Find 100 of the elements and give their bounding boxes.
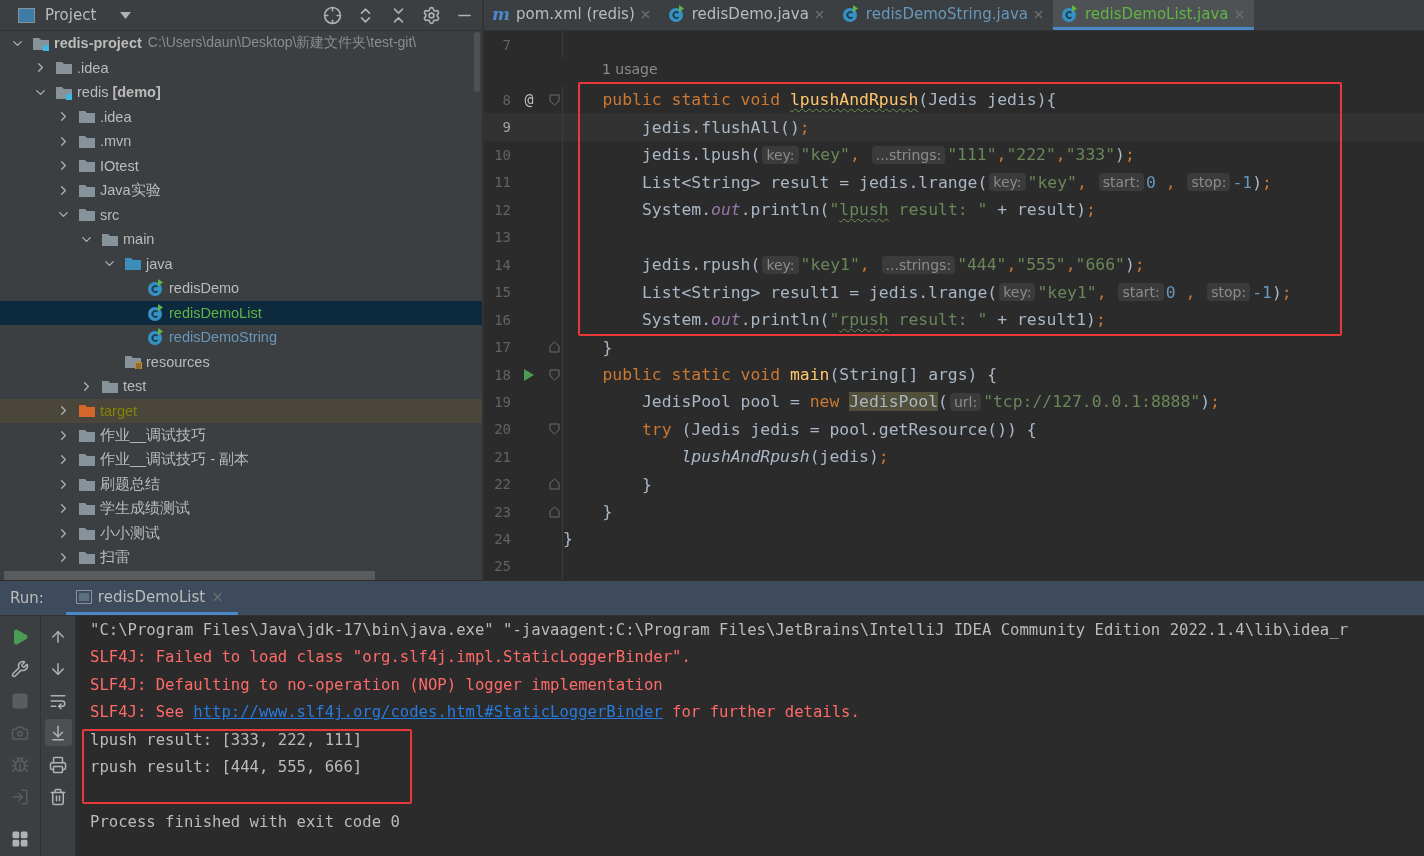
line-number: 15 xyxy=(493,284,511,301)
tree-item[interactable]: .mvn xyxy=(0,129,482,154)
code-token: + result1) xyxy=(996,310,1096,330)
code-token: "666" xyxy=(1075,255,1125,275)
code-token: "111" xyxy=(947,145,997,165)
tree-item[interactable]: resources xyxy=(0,349,482,374)
editor-tab[interactable]: redisDemo.java xyxy=(659,0,834,30)
console-text: lpush result: [333, 222, 111] xyxy=(90,730,363,749)
tree-label: java xyxy=(146,255,173,272)
scrollbar[interactable] xyxy=(4,571,375,580)
tree-item[interactable]: 刷题总结 xyxy=(0,472,482,497)
code-token: " xyxy=(829,200,840,220)
tree-item[interactable]: redisDemoString xyxy=(0,325,482,350)
code-token: System. xyxy=(640,310,712,330)
fold-icon[interactable] xyxy=(549,423,560,436)
line-number: 9 xyxy=(501,119,511,136)
code-token: , xyxy=(849,145,861,165)
folder-icon xyxy=(78,550,96,566)
console-link[interactable]: http://www.slf4j.org/codes.html#StaticLoggerBinder xyxy=(193,703,663,722)
tree-label: .idea xyxy=(100,108,132,125)
module-tag: [demo] xyxy=(112,84,161,101)
tree-item[interactable]: .idea xyxy=(0,55,482,80)
fold-icon[interactable] xyxy=(549,478,560,491)
resources-folder-icon xyxy=(124,354,142,370)
code-token: out xyxy=(711,200,741,220)
tree-item[interactable]: Java实验 xyxy=(0,178,482,203)
locate-icon[interactable] xyxy=(323,5,342,25)
code-token: , xyxy=(996,145,1007,165)
usage-hint[interactable]: 1 usage xyxy=(602,61,658,78)
caret-icon[interactable] xyxy=(120,11,132,19)
folder-icon xyxy=(55,60,73,76)
scrollbar[interactable] xyxy=(474,32,480,92)
folder-icon xyxy=(78,182,96,198)
tree-item[interactable]: src xyxy=(0,202,482,227)
tree-item[interactable]: 扫雷 xyxy=(0,545,482,570)
code-token: main xyxy=(789,365,830,384)
line-number: 24 xyxy=(493,530,511,547)
code-token: ; xyxy=(1124,145,1135,165)
scroll-to-end-icon[interactable] xyxy=(44,719,72,746)
tree-label: redis xyxy=(77,84,109,101)
line-number: 10 xyxy=(493,146,511,163)
tree-item[interactable]: IOtest xyxy=(0,153,482,178)
tree-label: .idea xyxy=(77,59,109,76)
code-token: , xyxy=(1164,172,1177,192)
code-token: ; xyxy=(1086,200,1096,220)
folder-icon xyxy=(101,231,119,247)
tree-item[interactable]: 作业__调试技巧 - 副本 xyxy=(0,447,482,472)
code-token: .println( xyxy=(740,200,830,220)
override-marker[interactable]: @ xyxy=(524,90,534,109)
tree-label: 作业__调试技巧 xyxy=(100,425,207,445)
editor-tab[interactable]: redisDemoString.java xyxy=(833,0,1053,30)
console-text: rpush result: [444, 555, 666] xyxy=(90,758,363,777)
line-number: 18 xyxy=(493,366,511,383)
code-token: ; xyxy=(1262,172,1272,192)
code-token: , xyxy=(1065,255,1076,275)
fold-icon[interactable] xyxy=(549,341,560,354)
code-token: out xyxy=(711,310,741,330)
run-icon[interactable] xyxy=(523,367,535,382)
tree-item[interactable]: java xyxy=(0,251,482,276)
line-number: 12 xyxy=(493,201,511,218)
line-number: 19 xyxy=(493,393,511,410)
parameter-hint: ...strings: xyxy=(871,145,946,164)
tree-label: Java实验 xyxy=(100,180,161,200)
tree-item[interactable]: redisDemoList xyxy=(0,300,482,325)
tree-item[interactable]: 小小测试 xyxy=(0,521,482,546)
module-folder-icon xyxy=(32,35,50,51)
tree-label: redisDemoList xyxy=(169,304,262,321)
editor-tab[interactable]: redisDemoList.java xyxy=(1052,0,1254,30)
tree-item[interactable]: redis-project C:\Users\daun\Desktop\新建文件夹\test-git\ xyxy=(0,31,482,56)
tree-item[interactable]: redis [demo] xyxy=(0,80,482,105)
code-token: " xyxy=(829,310,840,330)
tree-label: .mvn xyxy=(100,133,132,150)
parameter-hint: url: xyxy=(949,392,982,411)
tree-item[interactable]: 学生成绩测试 xyxy=(0,496,482,521)
tree-item[interactable]: main xyxy=(0,227,482,252)
code-token: -1 xyxy=(1252,282,1272,302)
editor-tab[interactable]: m pom.xml (redis) xyxy=(484,0,660,30)
fold-icon[interactable] xyxy=(549,368,560,381)
tree-item[interactable]: 作业__调试技巧 xyxy=(0,423,482,448)
fold-icon[interactable] xyxy=(549,505,560,518)
parameter-hint: ...strings: xyxy=(881,255,956,274)
console-text: Process finished with exit code 0 xyxy=(90,813,400,832)
code-token: JedisPool xyxy=(849,392,938,412)
tree-item[interactable]: test xyxy=(0,374,482,399)
code-token: ) xyxy=(1115,145,1125,165)
class-icon xyxy=(147,279,165,298)
code-token: , xyxy=(859,255,871,275)
class-icon xyxy=(1060,4,1079,23)
parameter-hint: start: xyxy=(1118,283,1164,302)
tree-item[interactable]: .idea xyxy=(0,104,482,129)
class-icon xyxy=(841,4,860,23)
parameter-hint: key: xyxy=(762,255,799,274)
run-tab[interactable]: redisDemoList × xyxy=(65,581,238,615)
code-token: , xyxy=(1055,145,1066,165)
parameter-hint: stop: xyxy=(1187,173,1231,192)
tree-item[interactable]: redisDemo xyxy=(0,276,482,301)
code-token: "key" xyxy=(1027,172,1077,192)
fold-icon[interactable] xyxy=(549,93,560,106)
settings-icon[interactable] xyxy=(422,5,441,25)
panel-title[interactable]: Project xyxy=(45,6,97,24)
